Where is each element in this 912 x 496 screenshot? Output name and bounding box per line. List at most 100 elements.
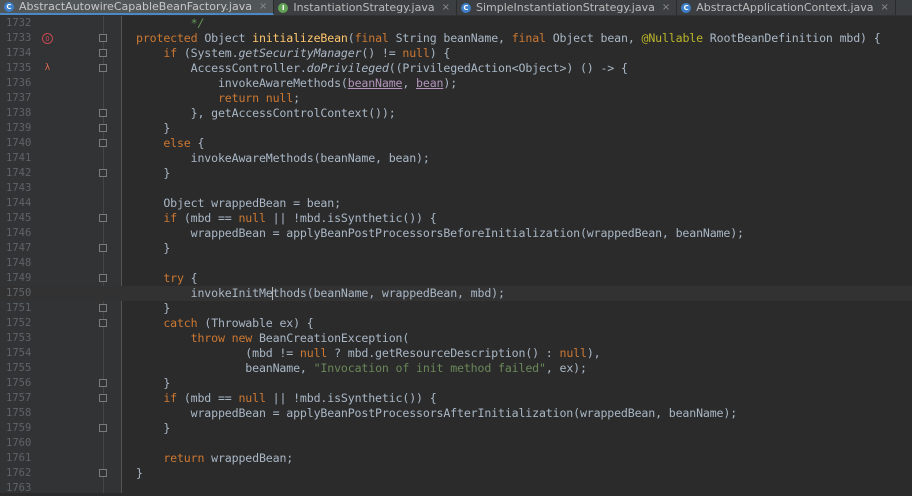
- fold-toggle-icon[interactable]: [99, 394, 107, 402]
- code-text: if (mbd == null || !mbd.isSynthetic()) {: [136, 211, 436, 226]
- code-line[interactable]: 1747 }: [0, 241, 912, 256]
- code-line[interactable]: 1737 return null;: [0, 91, 912, 106]
- fold-toggle-icon[interactable]: [99, 139, 107, 147]
- line-number: 1737: [6, 92, 32, 104]
- code-editor[interactable]: 1732 */1733 Oprotected Object initializeB…: [0, 16, 912, 496]
- fold-toggle-icon[interactable]: [99, 124, 107, 132]
- code-line[interactable]: 1762}: [0, 466, 912, 481]
- close-tab-icon[interactable]: ×: [442, 2, 450, 13]
- code-line[interactable]: 1739 }: [0, 121, 912, 136]
- code-line[interactable]: 1732 */: [0, 16, 912, 31]
- code-line[interactable]: 1736 invokeAwareMethods(beanName, bean);: [0, 76, 912, 91]
- code-token: }: [136, 421, 171, 435]
- code-token: () !=: [361, 46, 403, 60]
- fold-toggle-icon[interactable]: [99, 319, 107, 327]
- code-line[interactable]: 1746 wrappedBean = applyBeanPostProcesso…: [0, 226, 912, 241]
- code-text: }: [136, 421, 170, 436]
- line-number: 1758: [6, 407, 32, 419]
- code-token: null: [559, 346, 587, 360]
- code-text: invokeAwareMethods(beanName, bean);: [136, 76, 457, 91]
- code-line[interactable]: 1744 Object wrappedBean = bean;: [0, 196, 912, 211]
- code-token: (: [347, 31, 355, 45]
- fold-toggle-icon[interactable]: [99, 49, 107, 57]
- code-line[interactable]: 1759 }: [0, 421, 912, 436]
- code-line[interactable]: 1763: [0, 481, 912, 496]
- code-line[interactable]: 1757 if (mbd == null || !mbd.isSynthetic…: [0, 391, 912, 406]
- code-line[interactable]: 1741 invokeAwareMethods(beanName, bean);: [0, 151, 912, 166]
- lambda-icon[interactable]: λ: [42, 63, 53, 74]
- code-token: }: [136, 121, 171, 135]
- tab-abstract-application-context[interactable]: C AbstractApplicationContext.java ×: [677, 0, 896, 15]
- fold-toggle-icon[interactable]: [99, 244, 107, 252]
- fold-toggle-icon[interactable]: [99, 169, 107, 177]
- code-line[interactable]: 1753 throw new BeanCreationException(: [0, 331, 912, 346]
- code-line[interactable]: 1740 else {: [0, 136, 912, 151]
- fold-toggle-icon[interactable]: [99, 64, 107, 72]
- fold-toggle-icon[interactable]: [99, 379, 107, 387]
- code-line[interactable]: 1745 if (mbd == null || !mbd.isSynthetic…: [0, 211, 912, 226]
- code-token: BeanCreationException(: [258, 331, 410, 345]
- fold-toggle-icon[interactable]: [99, 304, 107, 312]
- tab-label: SimpleInstantiationStrategy.java: [476, 1, 655, 14]
- tab-simple-instantiation-strategy[interactable]: C SimpleInstantiationStrategy.java ×: [457, 0, 678, 15]
- code-token: initializeBean: [252, 31, 348, 45]
- code-line[interactable]: 1742 }: [0, 166, 912, 181]
- line-number: 1760: [6, 437, 32, 449]
- code-line[interactable]: 1756 }: [0, 376, 912, 391]
- code-line[interactable]: 1748: [0, 256, 912, 271]
- close-tab-icon[interactable]: ×: [881, 2, 889, 13]
- code-token: }: [136, 166, 171, 180]
- tab-abstract-autowire-capable-bean-factory[interactable]: C AbstractAutowireCapableBeanFactory.java…: [0, 0, 275, 15]
- fold-toggle-icon[interactable]: [99, 424, 107, 432]
- fold-toggle-icon[interactable]: [99, 214, 107, 222]
- line-number: 1744: [6, 197, 32, 209]
- code-token: }: [136, 466, 143, 480]
- code-text: invokeInitMethods(beanName, wrappedBean,…: [136, 286, 505, 301]
- code-text: }: [136, 376, 170, 391]
- fold-toggle-icon[interactable]: [99, 274, 107, 282]
- code-text: }, getAccessControlContext());: [136, 106, 396, 121]
- code-line[interactable]: 1751 }: [0, 301, 912, 316]
- line-number: 1746: [6, 227, 32, 239]
- code-text: return wrappedBean;: [136, 451, 293, 466]
- code-line[interactable]: 1754 (mbd != null ? mbd.getResourceDescr…: [0, 346, 912, 361]
- line-number: 1755: [6, 362, 32, 374]
- close-tab-icon[interactable]: ×: [259, 1, 267, 12]
- code-text: wrappedBean = applyBeanPostProcessorsBef…: [136, 226, 744, 241]
- code-line[interactable]: 1734 if (System.getSecurityManager() != …: [0, 46, 912, 61]
- fold-toggle-icon[interactable]: [99, 469, 107, 477]
- tab-instantiation-strategy[interactable]: I InstantiationStrategy.java ×: [274, 0, 457, 15]
- code-line[interactable]: 1749 try {: [0, 271, 912, 286]
- override-method-icon[interactable]: O: [42, 33, 53, 44]
- code-line[interactable]: 1755 beanName, "Invocation of init metho…: [0, 361, 912, 376]
- code-line[interactable]: 1761 return wrappedBean;: [0, 451, 912, 466]
- code-line[interactable]: 1752 catch (Throwable ex) {: [0, 316, 912, 331]
- code-line[interactable]: 1750 invokeInitMethods(beanName, wrapped…: [0, 286, 912, 301]
- tab-label: InstantiationStrategy.java: [293, 1, 435, 14]
- code-line[interactable]: 1758 wrappedBean = applyBeanPostProcesso…: [0, 406, 912, 421]
- code-text: }: [136, 241, 170, 256]
- line-number: 1761: [6, 452, 32, 464]
- close-tab-icon[interactable]: ×: [662, 2, 670, 13]
- code-token: wrappedBean = applyBeanPostProcessorsAft…: [136, 406, 738, 420]
- line-number: 1762: [6, 467, 32, 479]
- code-token: }: [136, 241, 171, 255]
- code-token: if: [136, 46, 184, 60]
- code-line[interactable]: 1760: [0, 436, 912, 451]
- code-line[interactable]: 1743: [0, 181, 912, 196]
- code-text: invokeAwareMethods(beanName, bean);: [136, 151, 430, 166]
- fold-toggle-icon[interactable]: [99, 109, 107, 117]
- code-token: ;: [293, 91, 300, 105]
- code-token: (mbd ==: [183, 391, 239, 405]
- code-token: null: [238, 391, 273, 405]
- code-token: , ex);: [545, 361, 587, 375]
- line-number: 1759: [6, 422, 32, 434]
- line-number: 1740: [6, 137, 32, 149]
- tab-label: AbstractAutowireCapableBeanFactory.java: [19, 0, 252, 13]
- code-line[interactable]: 1735 λ AccessController.doPrivileged((Pri…: [0, 61, 912, 76]
- fold-toggle-icon[interactable]: [99, 34, 107, 42]
- code-line[interactable]: 1733 Oprotected Object initializeBean(fin…: [0, 31, 912, 46]
- code-line[interactable]: 1738 }, getAccessControlContext());: [0, 106, 912, 121]
- code-token: }: [136, 301, 171, 315]
- code-token: null: [402, 46, 430, 60]
